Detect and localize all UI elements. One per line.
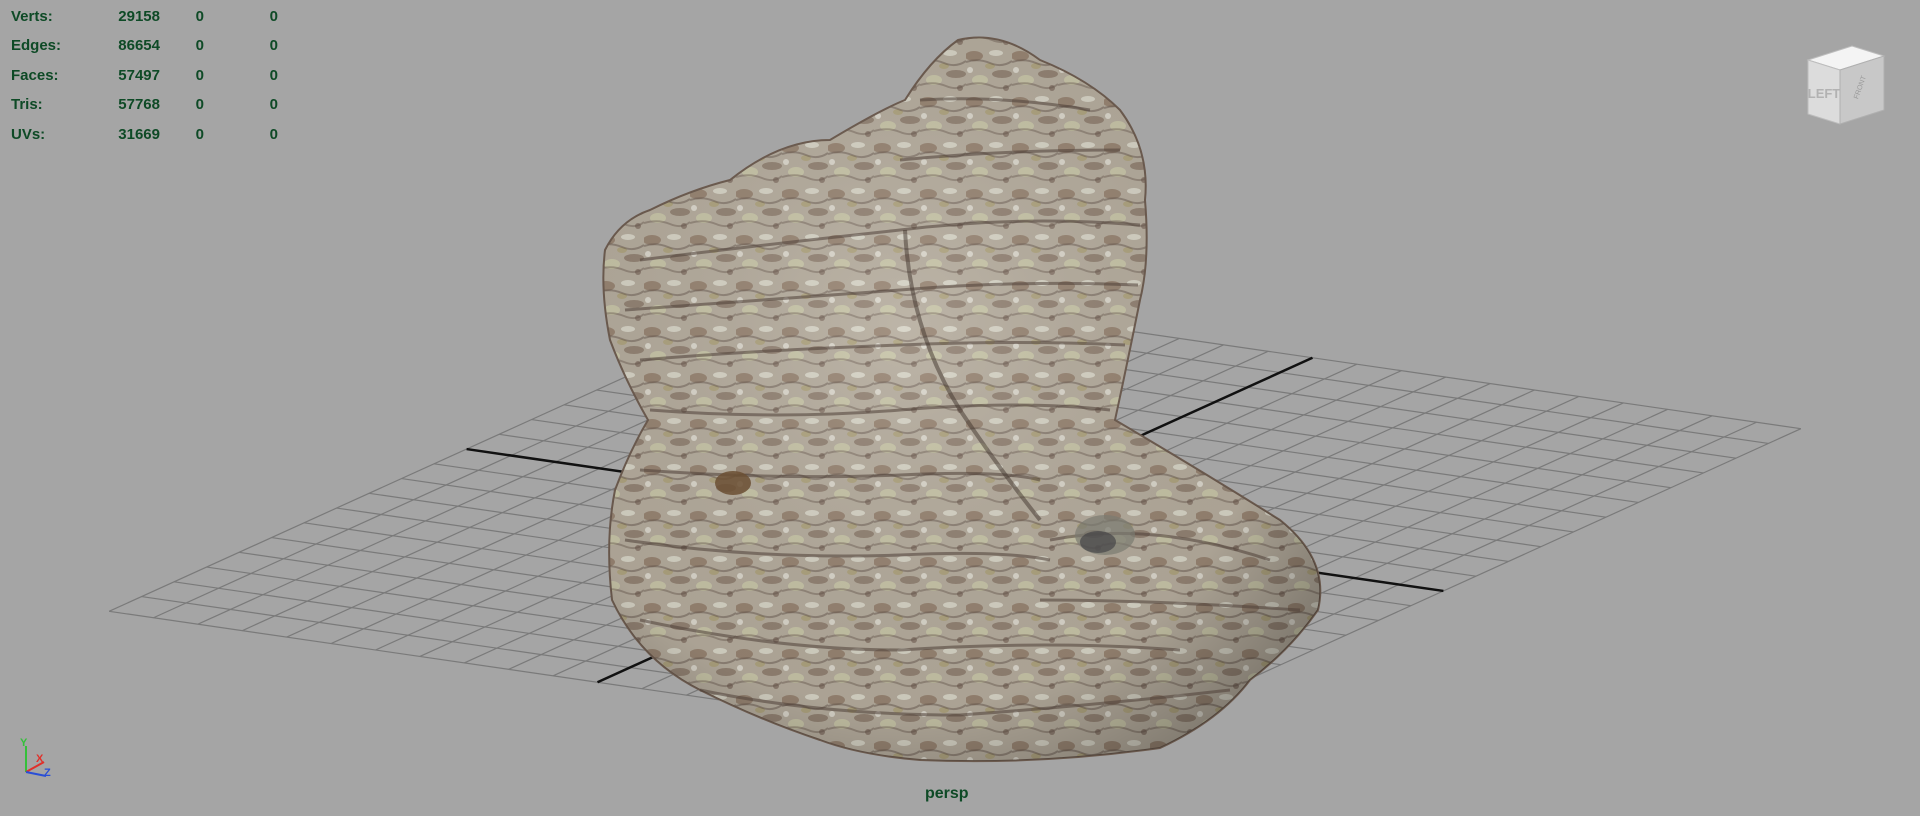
- hud-stat-uv: 0: [269, 8, 278, 25]
- axis-y-label: Y: [20, 737, 28, 749]
- hud-stat-label: Faces:: [11, 66, 59, 84]
- poly-count-hud: Verts: 29158 0 0 Edges: 86654 0 0 Faces: 57497 0 0 T…: [11, 2, 278, 149]
- viewcube-face-label: LEFT: [1808, 86, 1841, 101]
- hud-stat-uv: 0: [269, 96, 278, 114]
- rock-model[interactable]: [602, 36, 1322, 763]
- hud-stat-value: 31669: [118, 125, 160, 143]
- hud-stat-selected: 0: [195, 37, 204, 55]
- viewport-scene[interactable]: [0, 0, 1920, 811]
- axis-x-label: X: [36, 753, 44, 765]
- hud-stat-label: Tris:: [11, 96, 43, 114]
- hud-stat-row: UVs: 31669 0 0: [11, 120, 278, 149]
- hud-stat-row: Tris: 57768 0 0: [11, 90, 278, 119]
- hud-stat-value: 57768: [118, 96, 160, 114]
- hud-stat-value: 29158: [118, 8, 160, 25]
- axis-gizmo-icon: Y X Z: [16, 734, 66, 784]
- hud-stat-label: Edges:: [11, 37, 62, 55]
- hud-stat-selected: 0: [195, 66, 204, 84]
- hud-stat-selected: 0: [195, 125, 204, 143]
- hud-stat-label: UVs:: [11, 125, 46, 143]
- hud-stat-selected: 0: [195, 8, 204, 25]
- perspective-viewport[interactable]: Verts: 29158 0 0 Edges: 86654 0 0 Faces: 57497 0 0 T…: [0, 0, 1920, 811]
- hud-stat-selected: 0: [195, 96, 204, 114]
- hud-stat-uv: 0: [269, 125, 278, 143]
- hud-stat-label: Verts:: [11, 8, 53, 25]
- camera-label: persp: [925, 785, 969, 802]
- hud-stat-row: Edges: 86654 0 0: [11, 31, 278, 60]
- axis-z-label: Z: [44, 767, 51, 779]
- hud-stat-uv: 0: [269, 37, 278, 55]
- viewcube-icon[interactable]: LEFT FRONT: [1800, 38, 1892, 130]
- hud-stat-row: Faces: 57497 0 0: [11, 61, 278, 90]
- hud-stat-value: 57497: [118, 66, 160, 84]
- hud-stat-row: Verts: 29158 0 0: [11, 2, 278, 31]
- hud-stat-uv: 0: [269, 66, 278, 84]
- hud-stat-value: 86654: [118, 37, 160, 55]
